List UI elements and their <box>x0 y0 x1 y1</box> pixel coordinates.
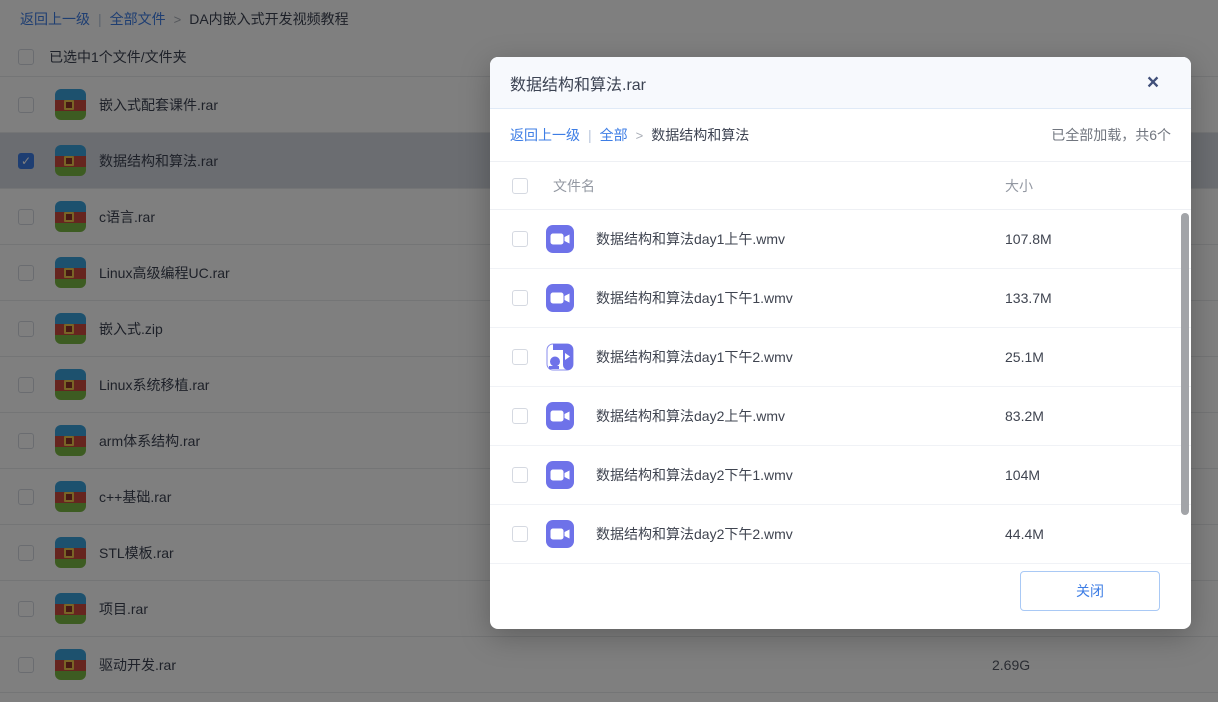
archive-entry-row[interactable]: 数据结构和算法day1下午2.wmv 25.1M <box>490 328 1191 387</box>
file-name[interactable]: 数据结构和算法day2下午2.wmv <box>596 524 793 544</box>
size-column-header: 大小 <box>1005 176 1033 196</box>
file-size: 104M <box>1005 467 1040 483</box>
video-file-icon <box>546 225 574 253</box>
row-checkbox[interactable] <box>512 467 528 483</box>
row-checkbox[interactable] <box>512 526 528 542</box>
row-checkbox[interactable] <box>512 349 528 365</box>
modal-all-link[interactable]: 全部 <box>600 125 628 145</box>
close-icon[interactable]: × <box>1139 69 1167 97</box>
archive-entry-row[interactable]: 数据结构和算法day1下午1.wmv 133.7M <box>490 269 1191 328</box>
loaded-status-label: 已全部加载，共6个 <box>1051 125 1171 145</box>
row-checkbox[interactable] <box>512 408 528 424</box>
video-file-icon <box>546 284 574 312</box>
modal-back-to-parent-link[interactable]: 返回上一级 <box>510 125 580 145</box>
filename-column-header: 文件名 <box>553 176 595 196</box>
modal-chevron-right-icon: > <box>636 128 644 143</box>
video-file-icon <box>546 343 574 371</box>
file-name[interactable]: 数据结构和算法day2下午1.wmv <box>596 465 793 485</box>
file-name[interactable]: 数据结构和算法day1下午1.wmv <box>596 288 793 308</box>
modal-breadcrumb: 返回上一级 | 全部 > 数据结构和算法 已全部加载，共6个 <box>490 109 1191 162</box>
modal-table-header: 文件名 大小 <box>490 162 1191 210</box>
modal-footer: 关闭 <box>490 564 1191 629</box>
video-file-icon <box>546 402 574 430</box>
archive-entry-row[interactable]: 数据结构和算法day2上午.wmv 83.2M <box>490 387 1191 446</box>
archive-entry-list: 数据结构和算法day1上午.wmv 107.8M <box>490 210 1191 564</box>
archive-entry-row[interactable]: 数据结构和算法day2下午1.wmv 104M <box>490 446 1191 505</box>
file-name[interactable]: 数据结构和算法day2上午.wmv <box>596 406 785 426</box>
row-checkbox[interactable] <box>512 290 528 306</box>
file-size: 133.7M <box>1005 290 1052 306</box>
modal-current-folder-label: 数据结构和算法 <box>651 125 749 145</box>
close-button[interactable]: 关闭 <box>1020 571 1160 611</box>
file-name[interactable]: 数据结构和算法day1上午.wmv <box>596 229 785 249</box>
modal-scrollbar-thumb[interactable] <box>1181 213 1189 515</box>
file-size: 25.1M <box>1005 349 1044 365</box>
file-name[interactable]: 数据结构和算法day1下午2.wmv <box>596 347 793 367</box>
file-size: 83.2M <box>1005 408 1044 424</box>
modal-header: 数据结构和算法.rar × <box>490 57 1191 109</box>
modal-breadcrumb-separator: | <box>588 127 592 143</box>
video-file-icon <box>546 461 574 489</box>
archive-entry-row[interactable]: 数据结构和算法day1上午.wmv 107.8M <box>490 210 1191 269</box>
archive-entry-row[interactable]: 数据结构和算法day2下午2.wmv 44.4M <box>490 505 1191 564</box>
video-file-icon <box>546 520 574 548</box>
row-checkbox[interactable] <box>512 231 528 247</box>
file-size: 44.4M <box>1005 526 1044 542</box>
modal-title: 数据结构和算法.rar <box>510 71 646 95</box>
file-size: 107.8M <box>1005 231 1052 247</box>
archive-preview-dialog: 数据结构和算法.rar × 返回上一级 | 全部 > 数据结构和算法 已全部加载… <box>490 57 1191 629</box>
modal-select-all-checkbox[interactable] <box>512 178 528 194</box>
